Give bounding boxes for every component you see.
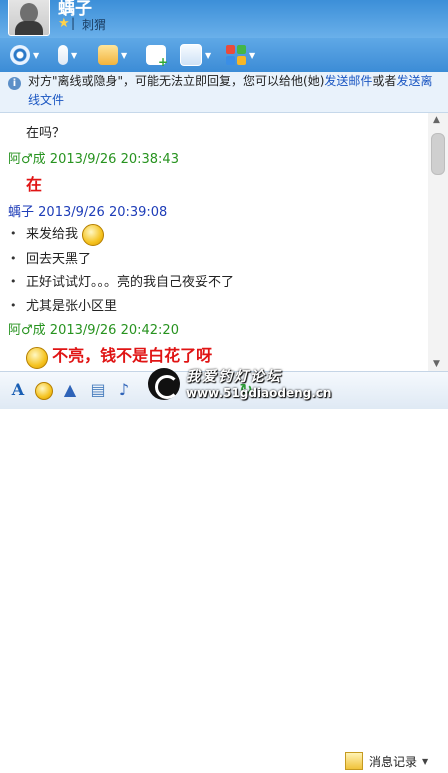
title-bar: 蝺子 ★ | 刺猬 <box>0 0 448 38</box>
message-text: 不亮，钱不是白花了呀 <box>26 342 212 369</box>
bullet-icon: • <box>10 275 17 288</box>
camera-icon <box>10 45 30 65</box>
chevron-down-icon[interactable]: ▼ <box>33 51 39 60</box>
font-icon[interactable]: A <box>8 380 28 400</box>
message-time: 2013/9/26 20:39:08 <box>38 205 168 220</box>
sender-name: 阿♂成 <box>8 152 46 167</box>
send-email-link[interactable]: 发送邮件 <box>324 74 372 88</box>
chat-history[interactable]: 在吗？ 阿♂成 2013/9/26 20:38:43 在 蝺子 2013/9/2… <box>0 113 448 371</box>
message-time: 2013/9/26 20:38:43 <box>49 152 179 167</box>
watermark: 我爱钓灯论坛 www.51gdiaodeng.cn <box>148 366 368 406</box>
message-text: 在吗？ <box>26 126 66 141</box>
watermark-url: www.51gdiaodeng.cn <box>186 386 332 400</box>
message-text: 回去天黑了 <box>26 252 92 267</box>
remote-desktop-button[interactable]: ▼ <box>180 42 211 68</box>
message-header: 蝺子 2013/9/26 20:39:08 <box>8 201 167 220</box>
chat-add-icon <box>146 45 168 69</box>
notice-text: 对方"离线或隐身"，可能无法立即回复，您可以给他(她)发送邮件或者发送离线文件 <box>28 72 440 110</box>
contact-avatar[interactable] <box>8 0 50 36</box>
message-text: 来发给我 <box>26 223 105 246</box>
message-header: 阿♂成 2013/9/26 20:42:20 <box>8 319 179 338</box>
video-call-button[interactable]: ▼ <box>10 42 39 68</box>
smile-emoji-icon <box>82 223 105 246</box>
offline-notice: i 对方"离线或隐身"，可能无法立即回复，您可以给他(她)发送邮件或者发送离线文… <box>0 72 448 113</box>
message-text-content: 不亮，钱不是白花了呀 <box>52 346 213 365</box>
notice-text-or: 或者 <box>372 74 397 88</box>
signature-separator: | <box>71 16 76 30</box>
sender-name: 阿♂成 <box>8 323 46 338</box>
scroll-up-icon[interactable]: ▲ <box>433 115 440 125</box>
contact-signature: 刺猬 <box>82 18 107 32</box>
message-text: 在 <box>26 175 43 194</box>
chevron-down-icon[interactable]: ▼ <box>71 51 77 60</box>
message-time: 2013/9/26 20:42:20 <box>49 323 179 338</box>
history-label: 消息记录 <box>369 754 418 769</box>
chevron-down-icon[interactable]: ▼ <box>249 51 255 60</box>
history-icon <box>345 752 363 770</box>
notice-text-before: 对方"离线或隐身"，可能无法立即回复，您可以给他(她) <box>28 74 325 88</box>
chat-scrollbar[interactable]: ▲ ▼ <box>428 113 448 371</box>
chat-toolbar: ▼ ▼ ▼ ▼ ▼ <box>0 38 448 72</box>
message-header: 阿♂成 2013/9/26 20:38:43 <box>8 148 179 167</box>
sender-name: 蝺子 <box>8 205 35 220</box>
watermark-text: 我爱钓灯论坛 <box>186 369 282 385</box>
watermark-logo-icon <box>148 368 180 400</box>
message-text: 正好试试灯。。。亮的我自己夜妥不了 <box>26 275 235 290</box>
chevron-down-icon[interactable]: ▼ <box>205 51 211 60</box>
folder-icon <box>98 45 118 65</box>
info-icon: i <box>8 77 21 90</box>
bullet-icon: • <box>10 227 17 240</box>
voice-call-button[interactable]: ▼ <box>58 42 77 68</box>
bullet-icon: • <box>10 252 17 265</box>
send-file-button[interactable]: ▼ <box>98 42 127 68</box>
microphone-icon <box>58 45 68 65</box>
scroll-down-icon[interactable]: ▼ <box>433 359 440 369</box>
emoji-icon[interactable] <box>34 380 54 400</box>
bullet-icon: • <box>10 299 17 312</box>
scrollbar-thumb[interactable] <box>431 133 445 175</box>
magic-wand-icon[interactable]: ▲ <box>60 380 80 400</box>
message-text: 尤其是张小区里 <box>26 299 118 314</box>
chevron-down-icon[interactable]: ▼ <box>121 51 127 60</box>
message-history-button[interactable]: 消息记录 ▼ <box>345 749 428 773</box>
star-icon: ★ <box>58 16 70 31</box>
thinking-emoji-icon <box>26 346 48 369</box>
screen-icon <box>180 44 202 66</box>
film-icon[interactable]: ▤ <box>88 380 108 400</box>
create-group-button[interactable] <box>146 42 168 69</box>
voice-message-icon[interactable]: ♪ <box>114 380 134 400</box>
apps-grid-icon <box>226 45 246 65</box>
chevron-down-icon[interactable]: ▼ <box>422 757 428 766</box>
message-text-content: 来发给我 <box>26 227 79 242</box>
apps-button[interactable]: ▼ <box>226 42 255 68</box>
